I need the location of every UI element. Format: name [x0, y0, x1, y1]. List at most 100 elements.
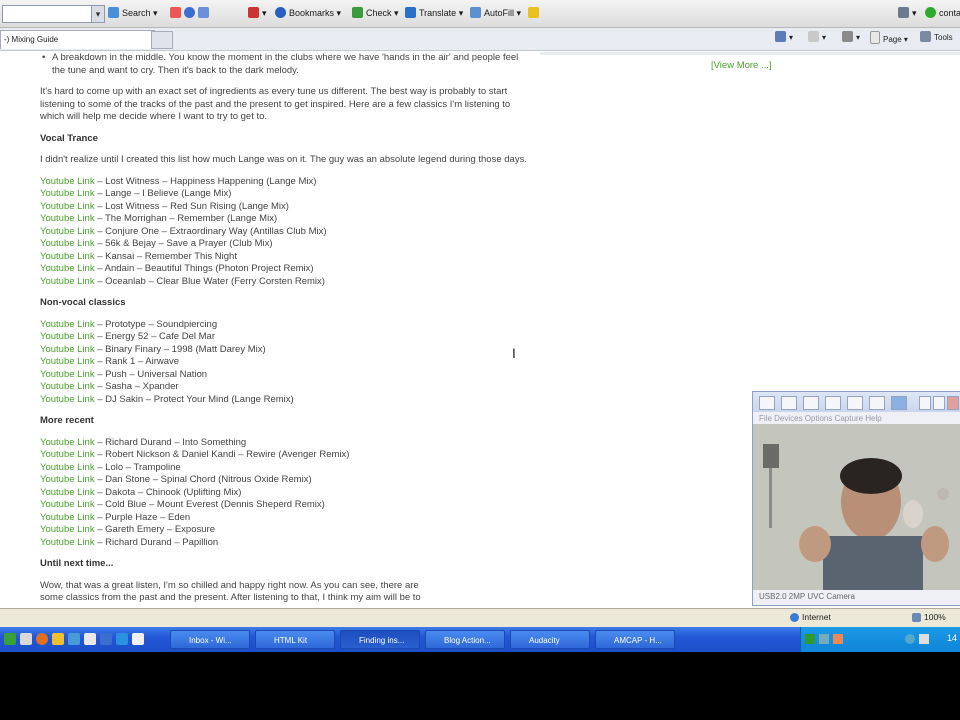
- youtube-link[interactable]: Youtube Link: [40, 524, 95, 535]
- youtube-link[interactable]: Youtube Link: [40, 319, 95, 330]
- close-button[interactable]: [947, 396, 959, 410]
- pagerank-button[interactable]: ▾: [248, 7, 267, 19]
- feeds-button[interactable]: ▾: [808, 31, 826, 42]
- list-separator: –: [94, 511, 106, 523]
- highlighter-button[interactable]: [528, 7, 542, 18]
- tab-mixing-guide[interactable]: -) Mixing Guide: [0, 30, 155, 49]
- status-icon: [925, 7, 936, 18]
- cam-tool-button[interactable]: [847, 396, 863, 410]
- list-separator: –: [94, 175, 106, 187]
- check-button[interactable]: Check ▾: [352, 7, 399, 19]
- youtube-link[interactable]: Youtube Link: [40, 238, 95, 249]
- ie-icon[interactable]: [68, 633, 80, 645]
- cam-tool-button[interactable]: [869, 396, 885, 410]
- tray-icon[interactable]: [819, 634, 829, 644]
- webcam-person-image: [753, 424, 960, 590]
- search-box[interactable]: [2, 5, 104, 23]
- page-menu[interactable]: Page ▾: [870, 31, 908, 44]
- youtube-link[interactable]: Youtube Link: [40, 226, 95, 237]
- print-button[interactable]: ▾: [842, 31, 860, 42]
- youtube-link[interactable]: Youtube Link: [40, 251, 95, 262]
- youtube-link[interactable]: Youtube Link: [40, 356, 95, 367]
- taskbar-button[interactable]: Blog Action...: [425, 630, 505, 649]
- cam-tool-button[interactable]: [759, 396, 775, 410]
- translate-button[interactable]: Translate ▾: [405, 7, 463, 19]
- taskbar-button[interactable]: Inbox - Wi...: [170, 630, 250, 649]
- youtube-link[interactable]: Youtube Link: [40, 381, 95, 392]
- tray-icon[interactable]: [805, 634, 815, 644]
- bookmarks-button[interactable]: Bookmarks ▾: [275, 7, 341, 19]
- taskbar-button[interactable]: HTML Kit: [255, 630, 335, 649]
- youtube-link[interactable]: Youtube Link: [40, 437, 95, 448]
- cam-tool-button[interactable]: [825, 396, 841, 410]
- search-button[interactable]: Search ▾: [108, 7, 158, 19]
- cam-tool-button[interactable]: [891, 396, 907, 410]
- settings-button[interactable]: ▾: [898, 7, 917, 19]
- youtube-link[interactable]: Youtube Link: [40, 512, 95, 523]
- youtube-link[interactable]: Youtube Link: [40, 449, 95, 460]
- youtube-link[interactable]: Youtube Link: [40, 176, 95, 187]
- list-item: Youtube Link – Binary Finary – 1998 (Mat…: [40, 344, 530, 357]
- youtube-link[interactable]: Youtube Link: [40, 213, 95, 224]
- youtube-link[interactable]: Youtube Link: [40, 394, 95, 405]
- quicklaunch-icon[interactable]: [132, 633, 144, 645]
- list-separator: –: [94, 263, 105, 274]
- list-item: Youtube Link – Robert Nickson & Daniel K…: [40, 449, 530, 462]
- toolbar-icons-group[interactable]: [170, 7, 212, 18]
- webcam-toolbar: [753, 392, 960, 412]
- youtube-link[interactable]: Youtube Link: [40, 263, 95, 274]
- webcam-video: [753, 424, 960, 590]
- webcam-menu[interactable]: File Devices Options Capture Help: [759, 414, 882, 423]
- youtube-link[interactable]: Youtube Link: [40, 474, 95, 485]
- list-separator: –: [94, 213, 105, 224]
- section-heading: Vocal Trance: [40, 132, 98, 144]
- cam-tool-button[interactable]: [803, 396, 819, 410]
- zoom-indicator[interactable]: 100%: [912, 612, 946, 622]
- list-separator: –: [94, 393, 106, 405]
- youtube-link[interactable]: Youtube Link: [40, 276, 95, 287]
- new-tab-button[interactable]: [151, 31, 173, 49]
- link-list: Youtube Link – Richard Durand – Into Som…: [40, 437, 530, 550]
- list-item: Youtube Link – DJ Sakin – Protect Your M…: [40, 394, 530, 407]
- taskbar-button[interactable]: Finding ins...: [340, 630, 420, 649]
- speaker-icon[interactable]: [919, 634, 929, 644]
- check-icon: [352, 7, 363, 18]
- cam-tool-button[interactable]: [781, 396, 797, 410]
- taskbar-button[interactable]: Audacity: [510, 630, 590, 649]
- firefox-icon[interactable]: [36, 633, 48, 645]
- youtube-link[interactable]: Youtube Link: [40, 462, 95, 473]
- list-item: Youtube Link – Lange – I Believe (Lange …: [40, 188, 530, 201]
- autofill-button[interactable]: AutoFill ▾: [470, 7, 521, 19]
- track-title: Purple Haze – Eden: [105, 511, 191, 523]
- youtube-link[interactable]: Youtube Link: [40, 499, 95, 510]
- tray-icon[interactable]: [833, 634, 843, 644]
- start-icon[interactable]: [4, 633, 16, 645]
- youtube-link[interactable]: Youtube Link: [40, 537, 95, 548]
- search-dropdown[interactable]: ▾: [91, 5, 105, 23]
- toolbar: ▾ Search ▾ ▾ Bookmarks ▾ Check ▾ Transla…: [0, 0, 960, 28]
- tools-menu[interactable]: Tools: [920, 31, 953, 42]
- youtube-link[interactable]: Youtube Link: [40, 188, 95, 199]
- folder-icon[interactable]: [52, 633, 64, 645]
- contact-button[interactable]: conta: [925, 7, 960, 18]
- view-more-link[interactable]: [View More ...]: [711, 60, 772, 71]
- youtube-link[interactable]: Youtube Link: [40, 369, 95, 380]
- list-item: Youtube Link – The Morrighan – Remember …: [40, 213, 530, 226]
- youtube-link[interactable]: Youtube Link: [40, 487, 95, 498]
- quicklaunch-icon[interactable]: [100, 633, 112, 645]
- list-item: Youtube Link – Prototype – Soundpiercing: [40, 319, 530, 332]
- minimize-button[interactable]: [919, 396, 931, 410]
- youtube-link[interactable]: Youtube Link: [40, 201, 95, 212]
- quicklaunch-icon[interactable]: [116, 633, 128, 645]
- youtube-link[interactable]: Youtube Link: [40, 344, 95, 355]
- list-item: Youtube Link – Cold Blue – Mount Everest…: [40, 499, 530, 512]
- track-title: Dakota – Chinook (Uplifting Mix): [105, 486, 242, 498]
- maximize-button[interactable]: [933, 396, 945, 410]
- tray-icon[interactable]: [905, 634, 915, 644]
- youtube-link[interactable]: Youtube Link: [40, 331, 95, 342]
- taskbar-button[interactable]: AMCAP - H...: [595, 630, 675, 649]
- list-item: Youtube Link – Push – Universal Nation: [40, 369, 530, 382]
- desktop-icon[interactable]: [84, 633, 96, 645]
- quicklaunch-icon[interactable]: [20, 633, 32, 645]
- home-button[interactable]: ▾: [775, 31, 793, 42]
